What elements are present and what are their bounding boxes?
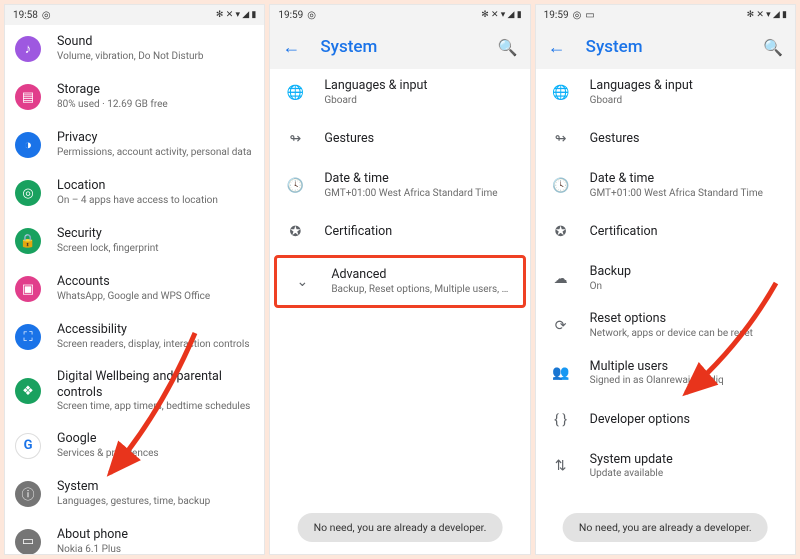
location-icon: ◎ <box>15 180 41 206</box>
clock: 19:59 <box>544 10 569 21</box>
gesture-icon: ↬ <box>550 131 572 147</box>
privacy-icon: ◑ <box>15 132 41 158</box>
row-google[interactable]: GGoogleServices & preferences <box>5 422 264 470</box>
notif-dot-icon: ◎ <box>573 10 582 21</box>
users-icon: 👥 <box>550 365 572 381</box>
globe-icon: 🌐 <box>284 85 306 101</box>
storage-icon: ▤ <box>15 84 41 110</box>
google-icon: G <box>15 433 41 459</box>
clock: 19:59 <box>278 10 303 21</box>
row-gestures[interactable]: ↬Gestures <box>270 116 529 162</box>
row-accessibility[interactable]: ⛶AccessibilityScreen readers, display, i… <box>5 313 264 361</box>
update-icon: ⇅ <box>550 458 572 474</box>
row-languages[interactable]: 🌐Languages & inputGboard <box>536 69 795 116</box>
status-icons: ✻ ✕ ▾ ◢ ▮ <box>747 10 787 20</box>
app-header: ← System 🔍 <box>536 25 795 69</box>
status-icons: ✻ ✕ ▾ ◢ ▮ <box>481 10 521 20</box>
search-icon[interactable]: 🔍 <box>498 38 518 57</box>
back-icon[interactable]: ← <box>548 37 566 58</box>
reset-icon: ⟳ <box>550 318 572 334</box>
settings-list[interactable]: ♪SoundVolume, vibration, Do Not Disturb … <box>5 25 264 554</box>
row-privacy[interactable]: ◑PrivacyPermissions, account activity, p… <box>5 121 264 169</box>
status-bar: 19:59 ◎ ✻ ✕ ▾ ◢ ▮ <box>270 5 529 25</box>
cloud-icon: ☁ <box>550 271 572 287</box>
notif-dot-icon: ◎ <box>307 10 316 21</box>
developer-toast: No need, you are already a developer. <box>298 513 503 542</box>
row-sound[interactable]: ♪SoundVolume, vibration, Do Not Disturb <box>5 25 264 73</box>
panel-system: 19:59 ◎ ✻ ✕ ▾ ◢ ▮ ← System 🔍 🌐Languages &… <box>269 4 530 555</box>
about-icon: ▭ <box>15 529 41 554</box>
row-languages[interactable]: 🌐Languages & inputGboard <box>270 69 529 116</box>
clock-icon: 🕓 <box>284 178 306 194</box>
row-gestures[interactable]: ↬Gestures <box>536 116 795 162</box>
row-security[interactable]: 🔒SecurityScreen lock, fingerprint <box>5 217 264 265</box>
chevron-down-icon: ⌄ <box>291 274 313 290</box>
notif-icon: ▭ <box>585 10 594 21</box>
app-header: ← System 🔍 <box>270 25 529 69</box>
system-icon: ⓘ <box>15 481 41 507</box>
sound-icon: ♪ <box>15 36 41 62</box>
row-location[interactable]: ◎LocationOn – 4 apps have access to loca… <box>5 169 264 217</box>
clock: 19:58 <box>13 10 38 21</box>
page-title: System <box>586 37 743 57</box>
security-icon: 🔒 <box>15 228 41 254</box>
gesture-icon: ↬ <box>284 131 306 147</box>
highlight-advanced: ⌄AdvancedBackup, Reset options, Multiple… <box>274 255 525 308</box>
system-list-expanded[interactable]: 🌐Languages & inputGboard ↬Gestures 🕓Date… <box>536 69 795 554</box>
search-icon[interactable]: 🔍 <box>763 38 783 57</box>
row-update[interactable]: ⇅System updateUpdate available <box>536 443 795 490</box>
panel-system-expanded: 19:59 ◎▭ ✻ ✕ ▾ ◢ ▮ ← System 🔍 🌐Languages … <box>535 4 796 555</box>
row-about[interactable]: ▭About phoneNokia 6.1 Plus <box>5 518 264 554</box>
accessibility-icon: ⛶ <box>15 324 41 350</box>
row-certification[interactable]: ✪Certification <box>270 209 529 255</box>
row-accounts[interactable]: ▣AccountsWhatsApp, Google and WPS Office <box>5 265 264 313</box>
clock-icon: 🕓 <box>550 178 572 194</box>
row-multiusers[interactable]: 👥Multiple usersSigned in as Olanrewaju S… <box>536 350 795 397</box>
row-reset[interactable]: ⟳Reset optionsNetwork, apps or device ca… <box>536 302 795 349</box>
notif-dot-icon: ◎ <box>42 10 51 21</box>
globe-icon: 🌐 <box>550 85 572 101</box>
row-system[interactable]: ⓘSystemLanguages, gestures, time, backup <box>5 470 264 518</box>
row-backup[interactable]: ☁BackupOn <box>536 255 795 302</box>
wellbeing-icon: ❖ <box>15 378 41 404</box>
status-bar: 19:58 ◎ ✻ ✕ ▾ ◢ ▮ <box>5 5 264 25</box>
row-developer[interactable]: { }Developer options <box>536 397 795 443</box>
developer-toast: No need, you are already a developer. <box>563 513 768 542</box>
row-datetime[interactable]: 🕓Date & timeGMT+01:00 West Africa Standa… <box>270 162 529 209</box>
back-icon[interactable]: ← <box>282 37 300 58</box>
braces-icon: { } <box>550 412 572 428</box>
status-icons: ✻ ✕ ▾ ◢ ▮ <box>216 10 256 20</box>
page-title: System <box>320 37 477 57</box>
system-list[interactable]: 🌐Languages & inputGboard ↬Gestures 🕓Date… <box>270 69 529 554</box>
badge-icon: ✪ <box>550 224 572 240</box>
row-datetime[interactable]: 🕓Date & timeGMT+01:00 West Africa Standa… <box>536 162 795 209</box>
status-bar: 19:59 ◎▭ ✻ ✕ ▾ ◢ ▮ <box>536 5 795 25</box>
panel-settings: 19:58 ◎ ✻ ✕ ▾ ◢ ▮ ♪SoundVolume, vibration… <box>4 4 265 555</box>
row-storage[interactable]: ▤Storage80% used · 12.69 GB free <box>5 73 264 121</box>
accounts-icon: ▣ <box>15 276 41 302</box>
row-wellbeing[interactable]: ❖Digital Wellbeing and parental controls… <box>5 361 264 422</box>
row-advanced[interactable]: ⌄AdvancedBackup, Reset options, Multiple… <box>277 258 522 305</box>
badge-icon: ✪ <box>284 224 306 240</box>
row-certification[interactable]: ✪Certification <box>536 209 795 255</box>
